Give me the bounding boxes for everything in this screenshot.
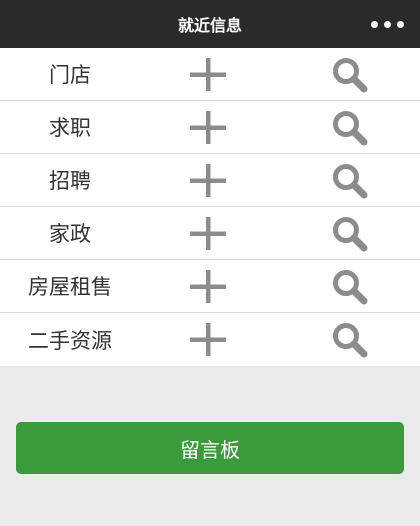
plus-icon[interactable] xyxy=(190,323,226,356)
item-label: 房屋租售 xyxy=(28,275,112,299)
item-label: 家政 xyxy=(49,222,91,246)
more-dots-icon[interactable] xyxy=(371,15,404,33)
list-item-recruiting: 招聘 xyxy=(0,154,420,207)
plus-icon[interactable] xyxy=(190,270,226,303)
list-item-store: 门店 xyxy=(0,48,420,101)
item-label: 门店 xyxy=(49,63,91,87)
item-label: 招聘 xyxy=(49,169,91,193)
search-icon[interactable] xyxy=(332,322,368,358)
search-icon[interactable] xyxy=(332,57,368,93)
more-dot xyxy=(371,20,378,28)
plus-icon[interactable] xyxy=(190,164,226,197)
more-dot xyxy=(397,20,404,28)
top-bar: 就近信息 xyxy=(0,0,420,48)
plus-icon[interactable] xyxy=(190,111,226,144)
category-list: 门店 求职 招聘 家政 房屋租售 二手资源 xyxy=(0,48,420,366)
search-icon[interactable] xyxy=(332,216,368,252)
plus-icon[interactable] xyxy=(190,58,226,91)
item-label: 求职 xyxy=(49,116,91,140)
list-item-housing: 房屋租售 xyxy=(0,260,420,313)
search-icon[interactable] xyxy=(332,163,368,199)
page-title: 就近信息 xyxy=(177,16,242,35)
plus-icon[interactable] xyxy=(190,217,226,250)
more-dot xyxy=(384,20,391,28)
message-board-button[interactable]: 留言板 xyxy=(16,422,404,474)
search-icon[interactable] xyxy=(332,110,368,146)
list-item-housekeeping: 家政 xyxy=(0,207,420,260)
list-item-job-seeking: 求职 xyxy=(0,101,420,154)
message-board-label: 留言板 xyxy=(180,437,240,462)
search-icon[interactable] xyxy=(332,269,368,305)
item-label: 二手资源 xyxy=(28,328,112,353)
list-item-second-hand: 二手资源 xyxy=(0,313,420,366)
